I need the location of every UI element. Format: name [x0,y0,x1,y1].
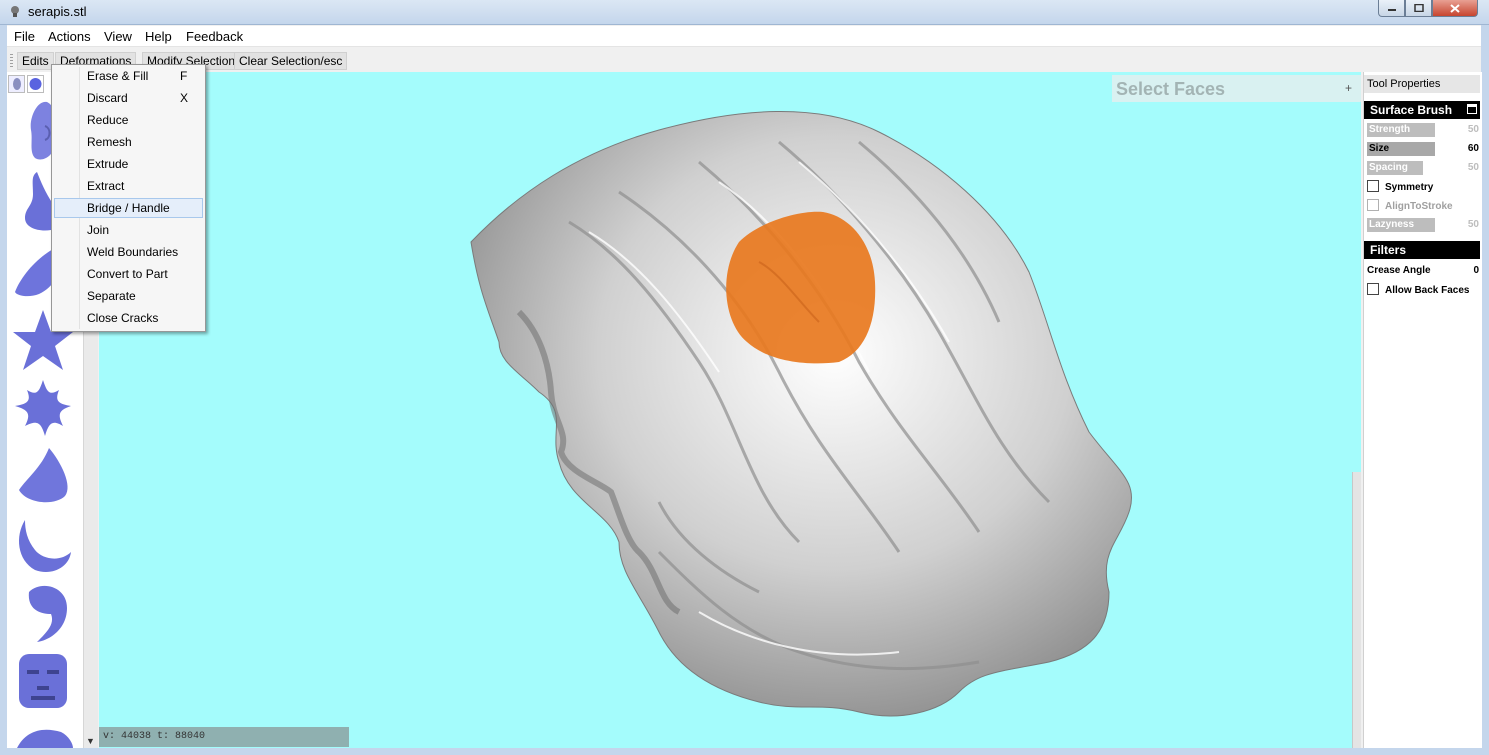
title-bar: serapis.stl [0,0,1489,25]
size-slider[interactable]: Size 60 [1367,142,1479,156]
crescent-shape-icon[interactable] [11,512,75,576]
menu-item-reduce[interactable]: Reduce [54,110,203,130]
menu-view[interactable]: View [104,29,132,44]
menu-file[interactable]: File [14,29,35,44]
spacing-label: Spacing [1367,161,1423,175]
comma-shape-icon[interactable] [11,580,75,644]
tab-heads[interactable] [8,75,25,93]
collapse-icon[interactable] [1467,104,1477,114]
menu-item-bridge-handle[interactable]: Bridge / Handle [54,198,203,218]
menu-help[interactable]: Help [145,29,172,44]
maximize-icon [1413,4,1424,12]
symmetry-label: Symmetry [1385,182,1434,193]
menu-item-discard[interactable]: Discard X [54,88,203,108]
menu-item-extract[interactable]: Extract [54,176,203,196]
scroll-down-icon[interactable]: ▼ [86,736,95,746]
strength-slider[interactable]: Strength 50 [1367,123,1479,137]
align-to-stroke-label: AlignToStroke [1385,201,1453,212]
size-label: Size [1367,142,1435,156]
filters-header: Filters [1364,241,1480,259]
allow-back-faces-checkbox[interactable]: Allow Back Faces [1367,283,1469,297]
menu-item-extrude[interactable]: Extrude [54,154,203,174]
3d-viewport[interactable]: Select Faces + v: 44038 t: 88040 [99,72,1361,748]
select-faces-panel: Select Faces + [1112,75,1361,102]
lazyness-slider[interactable]: Lazyness 50 [1367,218,1479,232]
menu-item-separate[interactable]: Separate [54,286,203,306]
checkbox-icon [1367,199,1379,211]
crease-angle-field[interactable]: Crease Angle 0 [1367,264,1479,278]
sculpt-model[interactable] [99,72,1361,748]
strength-value: 50 [1467,124,1479,135]
tool-properties-panel: Tool Properties Surface Brush Strength 5… [1363,72,1482,748]
tool-properties-header: Tool Properties [1364,75,1480,93]
size-value: 60 [1467,143,1479,154]
spacing-value: 50 [1467,162,1479,173]
window-frame-right [1481,24,1489,748]
sphere-icon [29,78,42,90]
window-frame-left [0,24,7,748]
close-icon [1450,3,1460,13]
menu-item-erase-fill[interactable]: Erase & Fill F [54,66,203,86]
spacing-slider[interactable]: Spacing 50 [1367,161,1479,175]
minimize-button[interactable] [1378,0,1405,17]
partial-shape-icon[interactable] [11,716,75,748]
minimize-icon [1387,9,1396,11]
app-icon [11,6,19,17]
menu-item-weld-boundaries[interactable]: Weld Boundaries [54,242,203,262]
allow-back-faces-label: Allow Back Faces [1385,285,1470,296]
menu-item-convert-to-part[interactable]: Convert to Part [54,264,203,284]
mesh-stats-status: v: 44038 t: 88040 [99,727,349,747]
toolbar-grip[interactable] [10,54,13,68]
surface-brush-header: Surface Brush [1364,101,1480,119]
select-faces-title: Select Faces [1116,79,1226,99]
menu-bar: File Actions View Help Feedback [7,26,1481,47]
menu-item-remesh[interactable]: Remesh [54,132,203,152]
menu-feedback[interactable]: Feedback [186,29,243,44]
checkbox-icon [1367,283,1379,295]
lazyness-label: Lazyness [1367,218,1435,232]
menu-actions[interactable]: Actions [48,29,91,44]
crease-angle-label: Crease Angle [1367,265,1431,276]
tab-primitives[interactable] [27,75,44,93]
align-to-stroke-checkbox[interactable]: AlignToStroke [1367,199,1453,213]
window-frame-bottom [0,748,1489,755]
clear-selection-button[interactable]: Clear Selection/esc [234,52,348,70]
menu-item-join[interactable]: Join [54,220,203,240]
maximize-button[interactable] [1405,0,1432,17]
wedge-shape-icon[interactable] [11,444,75,508]
strength-label: Strength [1367,123,1435,137]
starfish-shape-icon[interactable] [11,376,75,440]
close-button[interactable] [1432,0,1478,17]
expand-icon[interactable]: + [1345,81,1352,95]
lazyness-value: 50 [1467,219,1479,230]
viewport-scrollbar[interactable] [1352,472,1361,748]
toolbar: Edits Deformations Modify Selection Clea… [7,48,1481,72]
symmetry-checkbox[interactable]: Symmetry [1367,180,1433,194]
edits-dropdown-menu: Erase & Fill F Discard X Reduce Remesh Ext… [51,64,206,332]
crease-angle-value: 0 [1473,265,1479,276]
window-title: serapis.stl [28,4,87,19]
checkbox-icon [1367,180,1379,192]
shortcut-key: F [180,69,188,83]
menu-item-close-cracks[interactable]: Close Cracks [54,308,203,328]
surface-brush-title: Surface Brush [1370,103,1453,117]
edits-button[interactable]: Edits [17,52,54,70]
shortcut-key: X [180,91,189,105]
mask-shape-icon[interactable] [11,648,75,712]
head-icon [13,78,21,90]
